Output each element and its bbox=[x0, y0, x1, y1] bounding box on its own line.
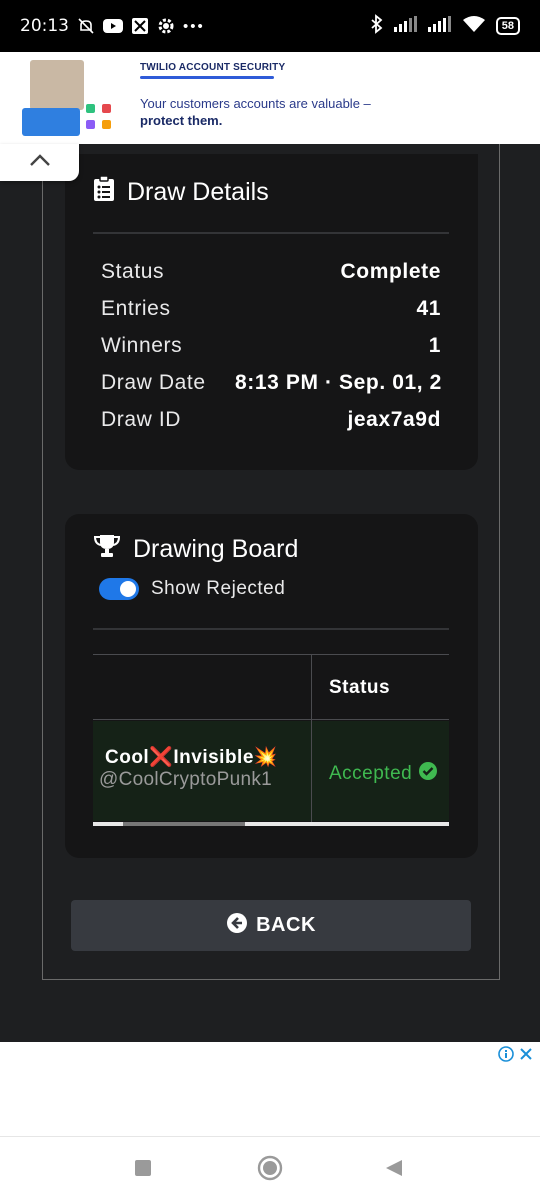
drawing-board-title: Drawing Board bbox=[133, 535, 299, 563]
show-rejected-row: Show Rejected bbox=[99, 578, 285, 600]
info-icon[interactable] bbox=[498, 1046, 514, 1067]
show-rejected-toggle[interactable] bbox=[99, 578, 139, 600]
detail-label: Draw Date bbox=[101, 371, 206, 394]
divider bbox=[93, 628, 449, 630]
home-button[interactable] bbox=[257, 1155, 283, 1186]
divider bbox=[93, 232, 449, 234]
youtube-icon bbox=[103, 18, 123, 34]
ad-headline: TWILIO ACCOUNT SECURITY bbox=[140, 62, 286, 73]
system-nav-bar bbox=[0, 1136, 540, 1200]
battery-indicator: 58 bbox=[495, 17, 520, 35]
chevron-up-icon bbox=[29, 153, 51, 172]
entrant-name: Cool❌Invisible💥 bbox=[105, 747, 279, 768]
ad-banner-bottom[interactable] bbox=[0, 1042, 540, 1136]
back-button-label: BACK bbox=[256, 914, 316, 936]
draw-details-card: Draw Details Status Complete Entries 41 … bbox=[65, 154, 478, 470]
drawing-board-card: Drawing Board Show Rejected Status Cool❌… bbox=[65, 514, 478, 858]
trophy-icon bbox=[93, 534, 121, 565]
detail-row-draw-date: Draw Date 8:13 PM · Sep. 01, 2 bbox=[101, 371, 441, 407]
page-container: Draw Details Status Complete Entries 41 … bbox=[42, 144, 500, 980]
detail-label: Entries bbox=[101, 297, 171, 320]
horizontal-scrollbar[interactable] bbox=[93, 822, 449, 826]
draw-details-title: Draw Details bbox=[127, 178, 269, 206]
signal-icon-2 bbox=[427, 15, 452, 37]
signal-icon bbox=[393, 15, 418, 37]
close-icon[interactable] bbox=[518, 1046, 534, 1067]
check-circle-icon bbox=[418, 761, 438, 787]
adchoices[interactable] bbox=[498, 1046, 534, 1067]
detail-value: Complete bbox=[340, 260, 441, 283]
detail-row-winners: Winners 1 bbox=[101, 334, 441, 370]
column-header-status: Status bbox=[329, 677, 391, 698]
detail-row-entries: Entries 41 bbox=[101, 297, 441, 333]
settings-icon bbox=[157, 17, 175, 35]
drawing-board-table[interactable]: Status Cool❌Invisible💥 @CoolCryptoPunk1 … bbox=[93, 654, 449, 826]
draw-details-header: Draw Details bbox=[93, 175, 269, 209]
ad-body-line2: protect them. bbox=[140, 113, 223, 128]
clipboard-icon bbox=[93, 175, 115, 209]
detail-value: 8:13 PM · Sep. 01, 2 bbox=[235, 371, 441, 394]
bluetooth-icon bbox=[370, 13, 384, 39]
entrant-handle: @CoolCryptoPunk1 bbox=[99, 769, 272, 790]
detail-label: Status bbox=[101, 260, 165, 283]
detail-label: Draw ID bbox=[101, 408, 182, 431]
back-nav-button[interactable] bbox=[384, 1158, 404, 1183]
scrollbar-thumb[interactable] bbox=[123, 822, 245, 826]
ad-body-line1: Your customers accounts are valuable – bbox=[140, 96, 371, 111]
arrow-left-circle-icon bbox=[226, 912, 248, 940]
more-icon: ••• bbox=[183, 17, 205, 35]
collapse-ad-button[interactable] bbox=[0, 144, 79, 181]
show-rejected-label: Show Rejected bbox=[151, 578, 286, 599]
ad-thumbnail bbox=[22, 58, 122, 138]
clock: 20:13 bbox=[20, 16, 69, 36]
table-row: Cool❌Invisible💥 @CoolCryptoPunk1 Accepte… bbox=[93, 721, 449, 821]
detail-value: jeax7a9d bbox=[347, 408, 441, 431]
ad-underline bbox=[140, 76, 274, 79]
detail-row-status: Status Complete bbox=[101, 260, 441, 296]
entry-status: Accepted bbox=[329, 761, 438, 787]
status-bar: 20:13 ••• 58 bbox=[0, 0, 540, 52]
column-separator bbox=[311, 654, 312, 822]
detail-value: 41 bbox=[416, 297, 441, 320]
detail-row-draw-id: Draw ID jeax7a9d bbox=[101, 408, 441, 444]
app-icon bbox=[131, 17, 149, 35]
mute-icon bbox=[77, 17, 95, 35]
detail-label: Winners bbox=[101, 334, 183, 357]
wifi-icon bbox=[462, 15, 486, 38]
entry-status-label: Accepted bbox=[329, 763, 413, 784]
table-header-row: Status bbox=[93, 654, 449, 720]
back-button[interactable]: BACK bbox=[71, 900, 471, 951]
ad-banner-top[interactable]: TWILIO ACCOUNT SECURITY Your customers a… bbox=[0, 52, 540, 144]
detail-value: 1 bbox=[428, 334, 441, 357]
recents-button[interactable] bbox=[134, 1159, 152, 1182]
drawing-board-header: Drawing Board bbox=[93, 534, 298, 565]
